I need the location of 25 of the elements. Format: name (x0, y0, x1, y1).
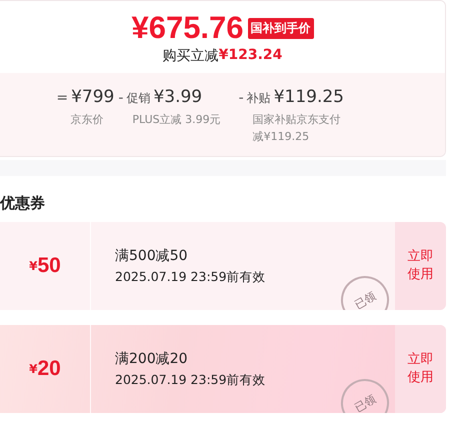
breakdown-label: 促销 (126, 90, 150, 107)
operator-sign: - (118, 90, 124, 106)
price-badge: 国补到手价 (248, 18, 314, 38)
breakdown-amount: ¥3.99 (153, 87, 202, 107)
breakdown-amount: ¥119.25 (274, 87, 344, 107)
saving-amount: ¥123.24 (218, 47, 282, 65)
coupon-value: 20 (38, 357, 61, 381)
breakdown-note: 京东价 (69, 112, 104, 128)
coupon-condition: 满500减50 (115, 246, 189, 264)
final-price: ¥675.76 (131, 11, 244, 45)
coupon-value: 50 (38, 254, 61, 278)
use-now-button[interactable]: 立即使用 (395, 222, 446, 310)
coupon-validity: 2025.07.19 23:59前有效 (115, 268, 267, 286)
breakdown-note: 国家补贴京东支付减¥119.25 (252, 112, 342, 145)
breakdown-note: PLUS立减 3.99元 (131, 112, 221, 128)
saving-label: 购买立减 (162, 47, 219, 65)
currency-sign: ¥ (29, 362, 38, 376)
operator-sign: = (56, 90, 68, 106)
coupon-condition: 满200减20 (115, 350, 189, 368)
use-now-button[interactable]: 立即使用 (395, 325, 446, 413)
coupon-validity: 2025.07.19 23:59前有效 (115, 372, 267, 388)
breakdown-label: 补贴 (246, 90, 271, 107)
breakdown-amount: ¥799 (71, 87, 114, 107)
operator-sign: - (238, 90, 244, 106)
currency-sign: ¥ (29, 259, 38, 273)
